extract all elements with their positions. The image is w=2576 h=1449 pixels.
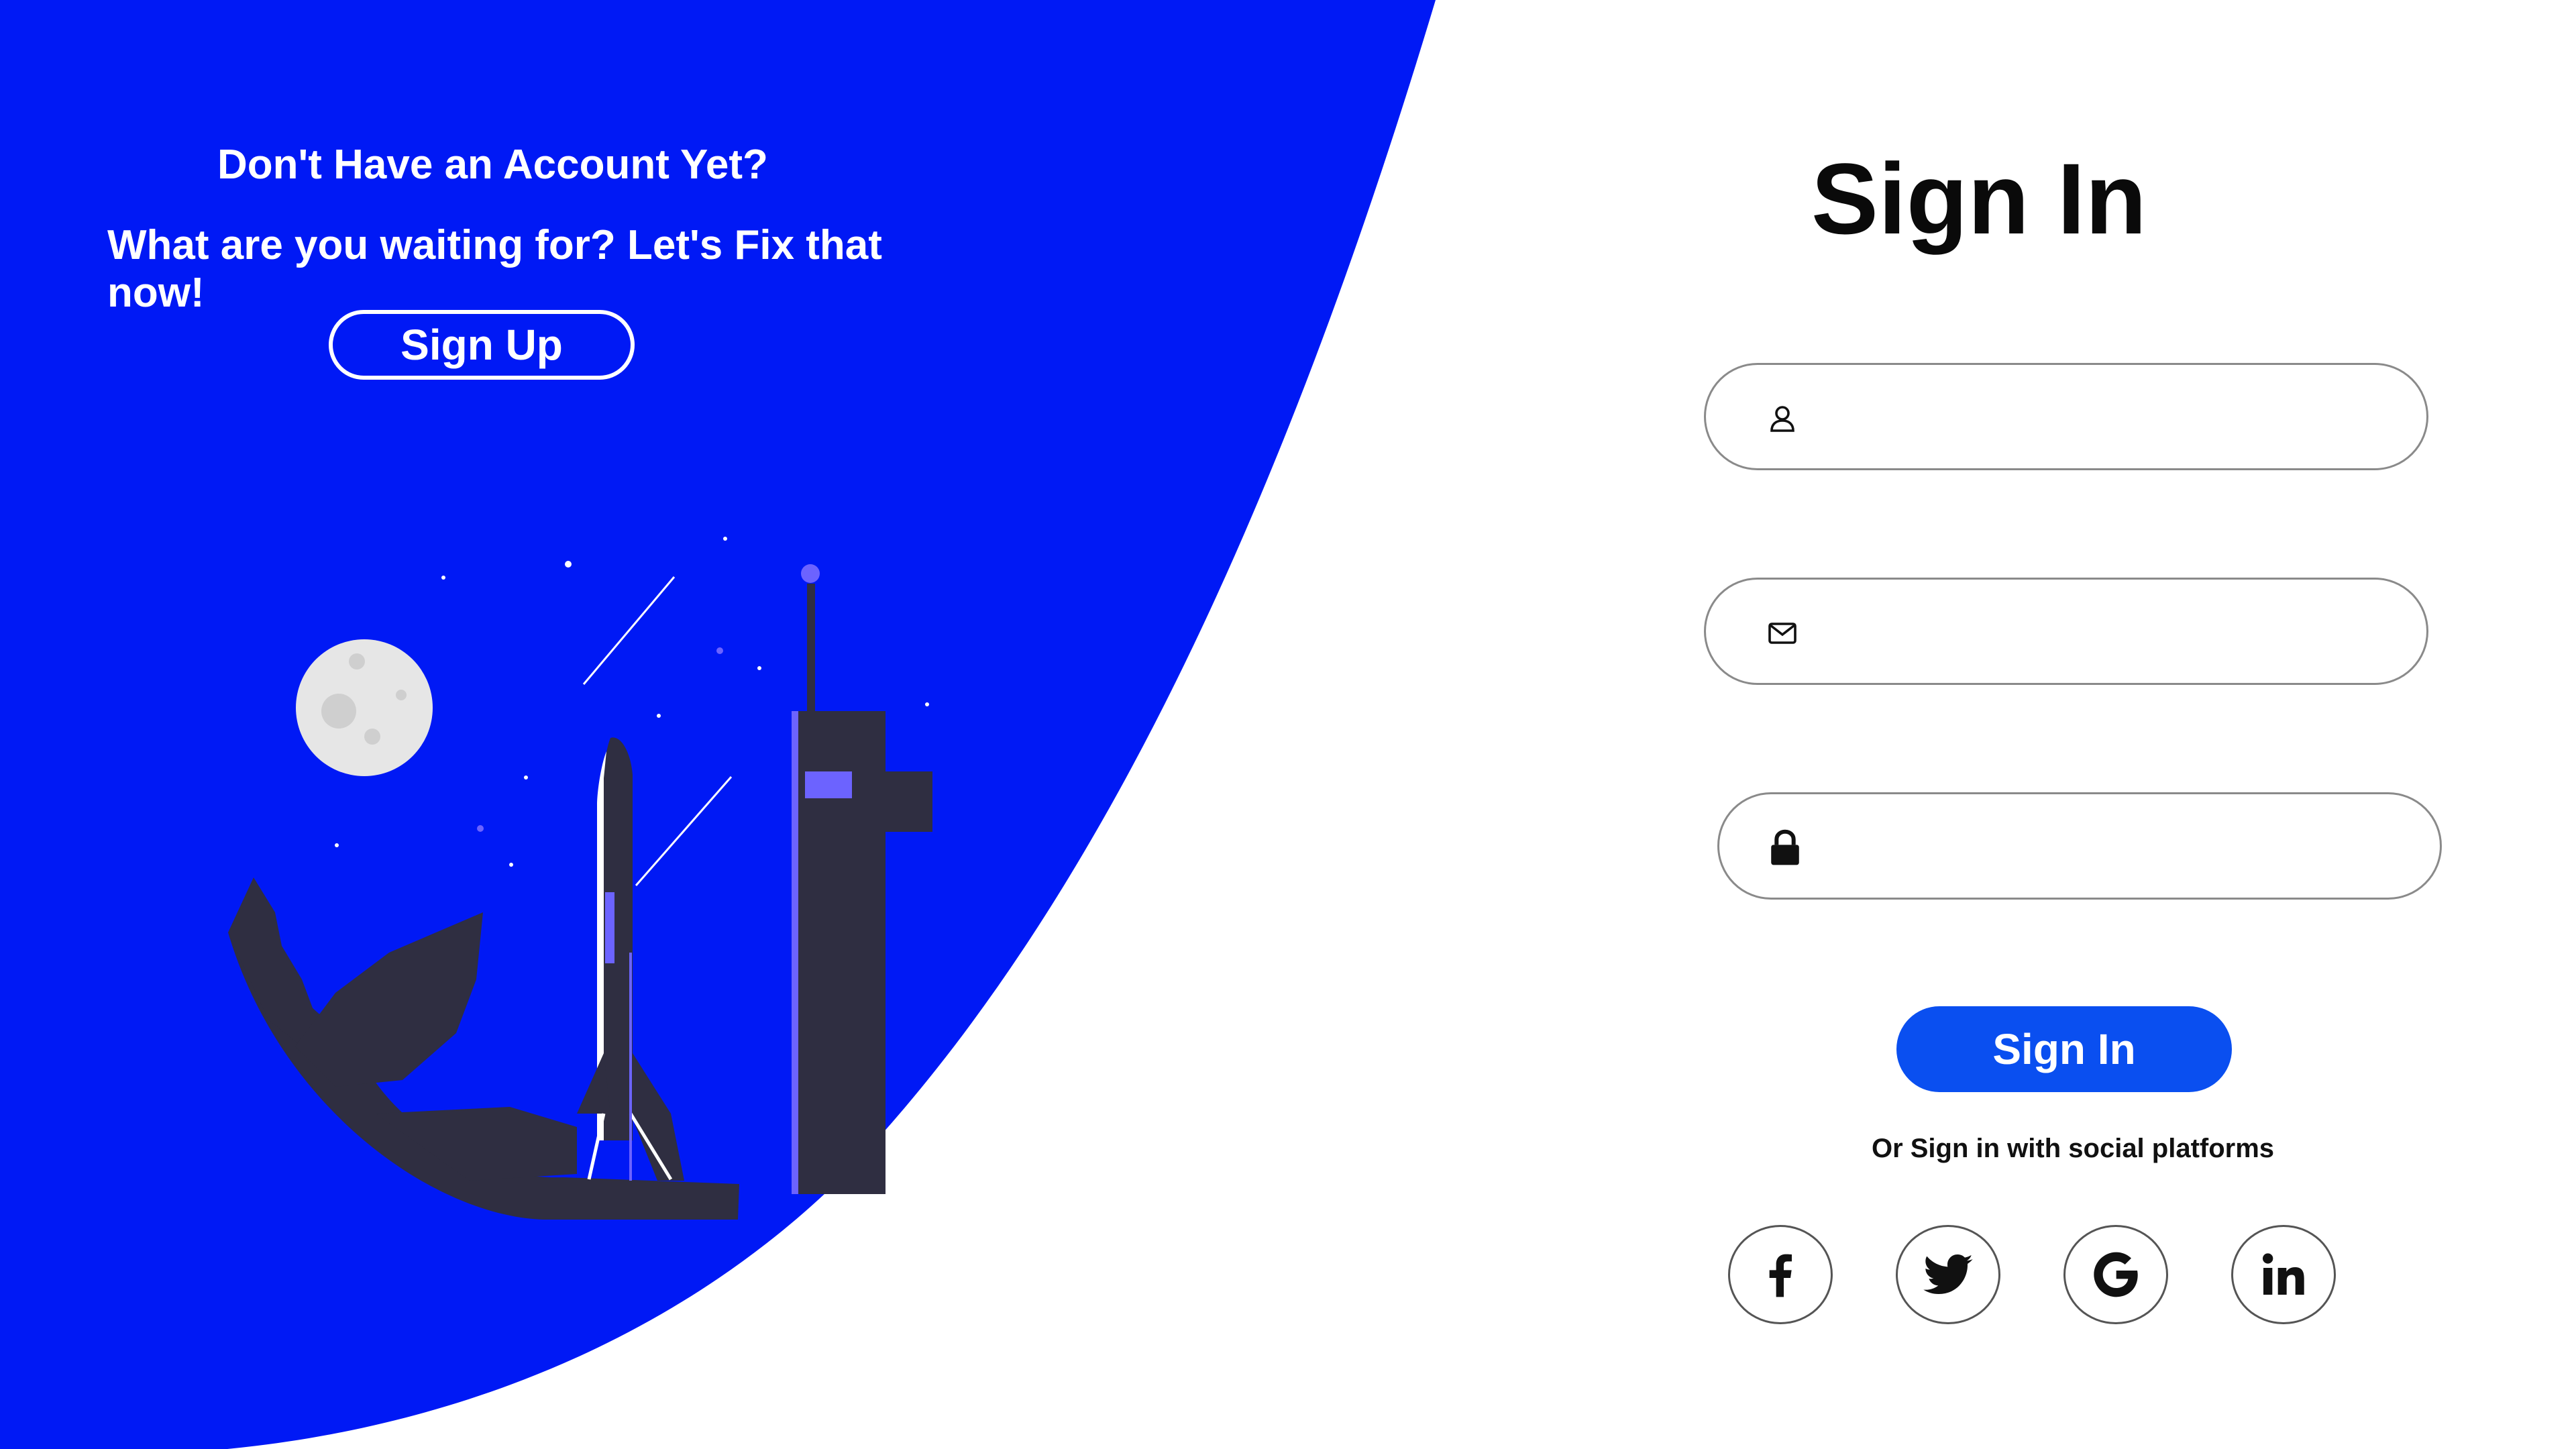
password-input[interactable] (1854, 814, 2406, 880)
shooting-star (635, 776, 733, 886)
email-input[interactable] (1840, 600, 2393, 665)
rocket-launch-illustration (228, 537, 932, 1220)
sign-in-button[interactable]: Sign In (1896, 1006, 2232, 1092)
facebook-button[interactable] (1728, 1225, 1833, 1324)
rocket (577, 737, 684, 1181)
google-button[interactable] (2063, 1225, 2168, 1324)
google-icon (2094, 1252, 2138, 1297)
sign-up-button[interactable]: Sign Up (329, 310, 635, 380)
social-caption: Or Sign in with social platforms (1871, 1134, 2275, 1163)
shooting-star (582, 576, 676, 685)
username-field[interactable] (1704, 363, 2428, 470)
password-field[interactable] (1717, 792, 2442, 900)
launch-tower (792, 564, 932, 1194)
page-title: Sign In (1811, 142, 2147, 255)
facebook-icon (1769, 1254, 1792, 1297)
lock-icon (1771, 829, 1799, 865)
mail-icon (1768, 623, 1796, 644)
sign-in-page: Don't Have an Account Yet? What are you … (0, 0, 2576, 1449)
promo-subheading: What are you waiting for? Let's Fix that… (107, 222, 882, 316)
twitter-button[interactable] (1896, 1225, 2000, 1324)
linkedin-icon (2263, 1253, 2304, 1295)
moon (296, 639, 433, 776)
username-input[interactable] (1840, 385, 2393, 451)
email-field[interactable] (1704, 578, 2428, 685)
promo-heading: Don't Have an Account Yet? (217, 142, 768, 188)
linkedin-button[interactable] (2231, 1225, 2336, 1324)
twitter-icon (1923, 1254, 1973, 1294)
user-icon (1770, 406, 1794, 432)
